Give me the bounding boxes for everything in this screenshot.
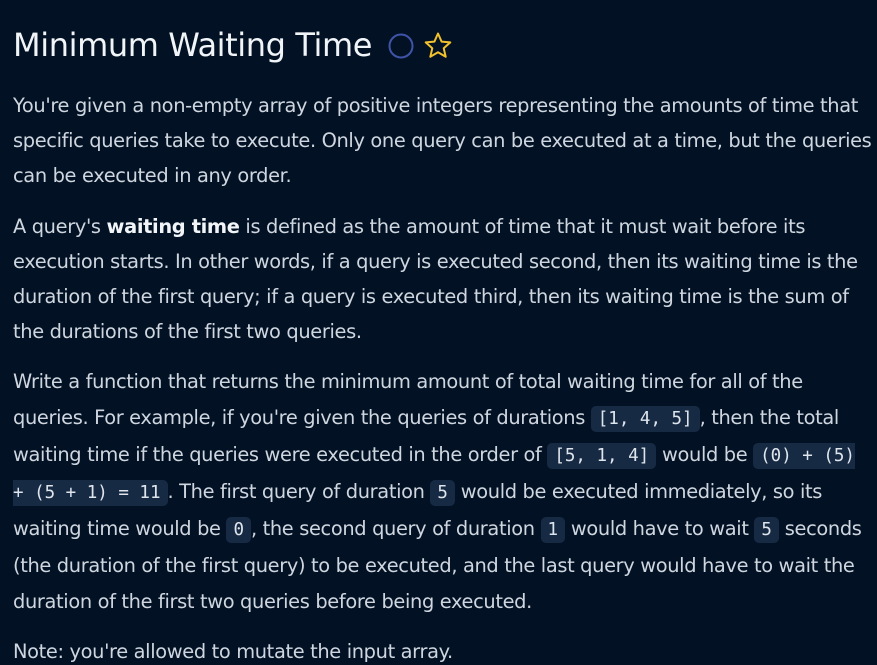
text-segment: A query's	[13, 214, 107, 238]
page-title: Minimum Waiting Time	[13, 26, 373, 64]
circle-icon[interactable]	[388, 33, 414, 59]
inline-code: 1	[540, 517, 566, 544]
inline-code: [1, 4, 5]	[590, 405, 700, 432]
paragraph-note: Note: you're allowed to mutate the input…	[13, 639, 453, 663]
question-page: Minimum Waiting Time You're given a non-…	[0, 23, 877, 665]
text-segment: would have to wait	[565, 517, 755, 541]
paragraph-intro: You're given a non-empty array of positi…	[13, 94, 872, 188]
question-description: You're given a non-empty array of positi…	[13, 88, 873, 665]
inline-code: 0	[226, 517, 251, 544]
star-icon[interactable]	[423, 31, 453, 61]
title-row: Minimum Waiting Time	[13, 23, 877, 68]
text-segment: , the second query of duration	[250, 517, 541, 541]
text-segment: would be	[656, 442, 754, 466]
paragraph-example: Write a function that returns the minimu…	[13, 364, 873, 618]
inline-code: 5	[430, 480, 455, 507]
text-segment: . The first query of duration	[167, 480, 431, 504]
bold-term: waiting time	[106, 214, 240, 238]
inline-code: 5	[754, 517, 779, 544]
paragraph-waiting-time: A query's waiting time is defined as the…	[13, 209, 873, 350]
inline-code: [5, 1, 4]	[547, 442, 657, 469]
